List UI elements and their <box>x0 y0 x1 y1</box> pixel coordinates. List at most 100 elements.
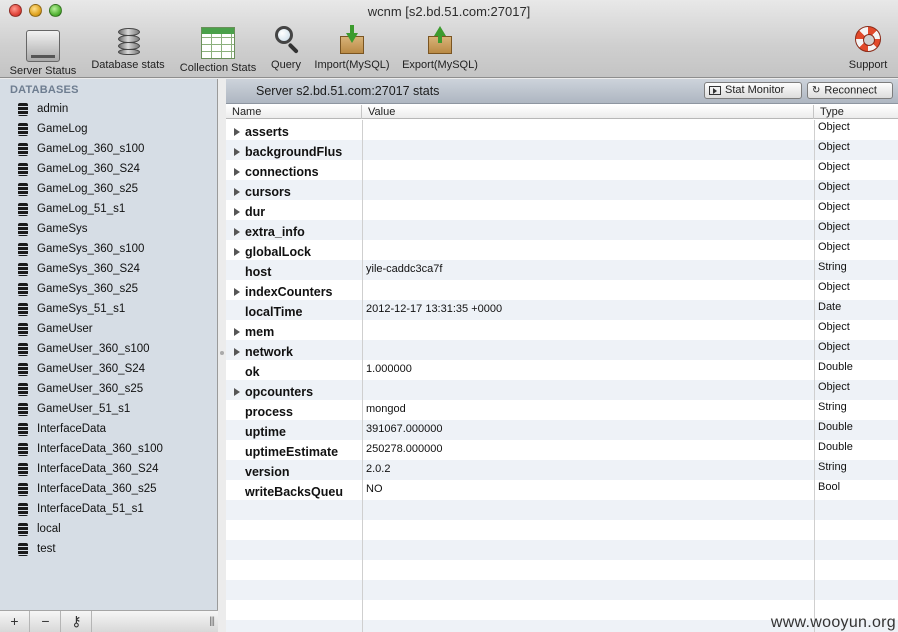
database-item[interactable]: GameUser_360_s25 <box>0 379 218 399</box>
remove-database-button[interactable]: − <box>31 611 61 632</box>
table-row[interactable]: connections Object <box>226 160 898 180</box>
database-icon <box>18 543 28 556</box>
support-button[interactable]: Support <box>844 24 892 76</box>
database-label: InterfaceData_360_s100 <box>37 443 163 455</box>
database-item[interactable]: GameSys <box>0 219 218 239</box>
row-name: opcounters <box>245 385 314 399</box>
table-body: asserts Object backgroundFlus Object connect… <box>226 120 898 632</box>
stats-header: Server s2.bd.51.com:27017 stats Stat Mon… <box>226 79 898 104</box>
stat-monitor-button[interactable]: Stat Monitor <box>704 82 802 99</box>
database-item[interactable]: InterfaceData_360_s100 <box>0 439 218 459</box>
table-row[interactable]: writeBacksQueu NO Bool <box>226 480 898 500</box>
table-row[interactable]: indexCounters Object <box>226 280 898 300</box>
database-icon <box>18 343 28 356</box>
table-row[interactable]: dur Object <box>226 200 898 220</box>
row-type: Object <box>818 221 850 233</box>
add-database-button[interactable]: + <box>0 611 30 632</box>
row-type: Double <box>818 441 853 453</box>
row-name: localTime <box>245 305 303 319</box>
row-type: Object <box>818 341 850 353</box>
collection-stats-label: Collection Stats <box>179 62 257 74</box>
table-row[interactable]: host yile-caddc3ca7f String <box>226 260 898 280</box>
table-row[interactable]: uptimeEstimate 250278.000000 Double <box>226 440 898 460</box>
row-name: indexCounters <box>245 285 333 299</box>
database-icon <box>18 403 28 416</box>
database-item[interactable]: GameSys_360_s100 <box>0 239 218 259</box>
database-icon <box>18 383 28 396</box>
watermark: www.wooyun.org <box>770 614 896 631</box>
row-value <box>362 182 814 202</box>
database-item[interactable]: GameSys_51_s1 <box>0 299 218 319</box>
row-value: NO <box>366 483 383 495</box>
row-value: 391067.000000 <box>366 423 443 435</box>
database-item[interactable]: InterfaceData_360_S24 <box>0 459 218 479</box>
import-mysql-button[interactable]: Import(MySQL) <box>311 24 393 76</box>
row-name: writeBacksQueu <box>245 485 343 499</box>
database-item[interactable]: GameUser_360_S24 <box>0 359 218 379</box>
database-item[interactable]: test <box>0 539 218 559</box>
database-stats-button[interactable]: Database stats <box>86 24 170 76</box>
database-label: GameLog_360_s25 <box>37 183 139 195</box>
database-item[interactable]: InterfaceData <box>0 419 218 439</box>
table-row[interactable]: extra_info Object <box>226 220 898 240</box>
database-icon <box>18 183 28 196</box>
column-header-name[interactable]: Name <box>226 105 362 119</box>
table-row[interactable]: opcounters Object <box>226 380 898 400</box>
row-value: yile-caddc3ca7f <box>366 263 443 275</box>
server-icon <box>26 30 60 62</box>
table-row[interactable]: version 2.0.2 String <box>226 460 898 480</box>
table-row[interactable]: cursors Object <box>226 180 898 200</box>
row-value: 250278.000000 <box>366 443 443 455</box>
database-item[interactable]: GameUser <box>0 319 218 339</box>
splitter-handle[interactable] <box>220 351 224 355</box>
row-value <box>362 382 814 402</box>
resize-grip-icon[interactable]: ||| <box>209 616 215 627</box>
database-item[interactable]: local <box>0 519 218 539</box>
column-header-value[interactable]: Value <box>362 105 814 119</box>
database-item[interactable]: InterfaceData_51_s1 <box>0 499 218 519</box>
server-status-button[interactable]: Server Status <box>6 24 80 77</box>
database-label: GameUser_360_s100 <box>37 343 150 355</box>
database-item[interactable]: GameSys_360_S24 <box>0 259 218 279</box>
export-mysql-button[interactable]: Export(MySQL) <box>400 24 480 76</box>
row-type: Object <box>818 381 850 393</box>
database-label: GameSys_51_s1 <box>37 303 126 315</box>
database-item[interactable]: InterfaceData_360_s25 <box>0 479 218 499</box>
database-item[interactable]: GameUser_51_s1 <box>0 399 218 419</box>
table-row[interactable]: mem Object <box>226 320 898 340</box>
table-row[interactable]: localTime 2012-12-17 13:31:35 +0000 Date <box>226 300 898 320</box>
title-toolbar: wcnm [s2.bd.51.com:27017] Server Status … <box>0 0 898 78</box>
database-label: InterfaceData <box>37 423 107 435</box>
table-row[interactable]: network Object <box>226 340 898 360</box>
database-item[interactable]: GameSys_360_s25 <box>0 279 218 299</box>
export-box-icon <box>423 24 457 56</box>
table-row[interactable]: uptime 391067.000000 Double <box>226 420 898 440</box>
import-mysql-label: Import(MySQL) <box>314 59 390 71</box>
row-type: Object <box>818 321 850 333</box>
table-row[interactable]: backgroundFlus Object <box>226 140 898 160</box>
database-item[interactable]: GameLog_360_s25 <box>0 179 218 199</box>
column-header-type[interactable]: Type <box>814 105 898 119</box>
reconnect-button[interactable]: ↻ Reconnect <box>807 82 893 99</box>
database-item[interactable]: GameLog_360_s100 <box>0 139 218 159</box>
table-row[interactable]: globalLock Object <box>226 240 898 260</box>
database-item[interactable]: GameUser_360_s100 <box>0 339 218 359</box>
database-label: GameLog <box>37 123 88 135</box>
table-row[interactable]: asserts Object <box>226 120 898 140</box>
table-row[interactable]: process mongod String <box>226 400 898 420</box>
reconnect-label: Reconnect <box>824 84 877 97</box>
row-type: Object <box>818 201 850 213</box>
import-box-icon <box>335 24 369 56</box>
database-item[interactable]: GameLog <box>0 119 218 139</box>
database-label: admin <box>37 103 69 115</box>
query-button[interactable]: Query <box>268 24 304 76</box>
database-icon <box>18 243 28 256</box>
database-item[interactable]: GameLog_51_s1 <box>0 199 218 219</box>
table-row[interactable]: ok 1.000000 Double <box>226 360 898 380</box>
collection-stats-button[interactable]: Collection Stats <box>176 24 260 76</box>
key-icon[interactable]: ⚷ <box>62 611 92 632</box>
sidebar-bottom-bar: + − ⚷ ||| <box>0 610 218 632</box>
database-item[interactable]: admin <box>0 99 218 119</box>
database-item[interactable]: GameLog_360_S24 <box>0 159 218 179</box>
row-type: Double <box>818 361 853 373</box>
